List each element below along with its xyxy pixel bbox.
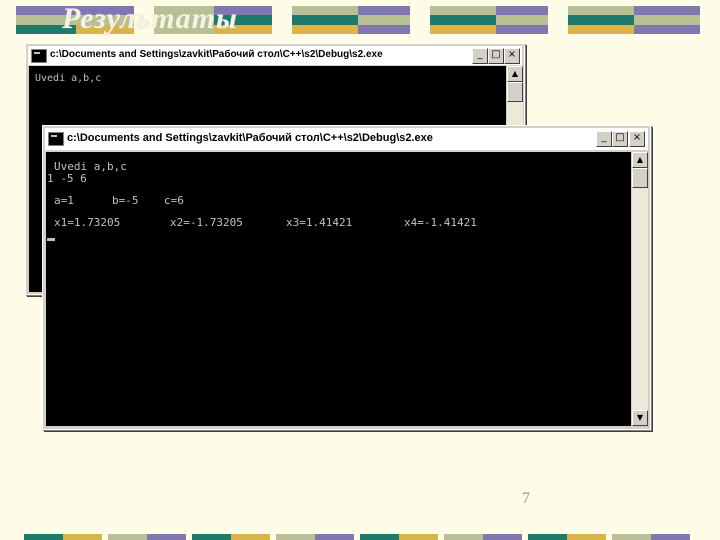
footer-bar	[444, 534, 522, 540]
console-line: Uvedi a,b,c	[35, 73, 102, 84]
root-x2: x2=-1.73205	[170, 216, 243, 229]
maximize-button[interactable]: □	[488, 48, 504, 64]
header-bar	[568, 6, 700, 34]
console-app-icon	[48, 132, 64, 146]
console-app-icon	[31, 49, 47, 63]
footer-bar	[612, 534, 690, 540]
close-button[interactable]: ×	[629, 131, 645, 147]
vertical-scrollbar[interactable]: ▲ ▼	[632, 152, 648, 426]
footer-bar	[276, 534, 354, 540]
footer-bar	[108, 534, 186, 540]
scroll-down-button[interactable]: ▼	[632, 410, 648, 426]
root-x4: x4=-1.41421	[404, 216, 477, 229]
scroll-up-button[interactable]: ▲	[507, 66, 523, 82]
coefficient-a: a=1	[54, 194, 74, 207]
scroll-thumb[interactable]	[632, 168, 648, 188]
root-x3: x3=1.41421	[286, 216, 353, 229]
console-window-front[interactable]: c:\Documents and Settings\zavkit\Рабочий…	[42, 125, 651, 430]
header-bar	[430, 6, 548, 34]
window-title: c:\Documents and Settings\zavkit\Рабочий…	[50, 49, 383, 60]
close-button[interactable]: ×	[504, 48, 520, 64]
maximize-button[interactable]: □	[612, 131, 628, 147]
coefficient-b: b=-5	[112, 194, 139, 207]
minimize-button[interactable]: _	[596, 131, 612, 147]
page-number: 7	[522, 490, 530, 507]
console-line-input: 1 -5 6	[47, 172, 87, 185]
console-output: Uvedi a,b,c 1 -5 6 a=1 b=-5 c=6 x1=1.732…	[46, 152, 631, 426]
footer-bar	[360, 534, 438, 540]
text-cursor	[47, 238, 55, 241]
window-titlebar[interactable]: c:\Documents and Settings\zavkit\Рабочий…	[45, 128, 648, 150]
footer-bar	[528, 534, 606, 540]
scroll-up-button[interactable]: ▲	[632, 152, 648, 168]
slide-title: Результаты	[62, 2, 238, 35]
footer-bar	[192, 534, 270, 540]
window-title: c:\Documents and Settings\zavkit\Рабочий…	[67, 132, 433, 144]
coefficient-c: c=6	[164, 194, 184, 207]
minimize-button[interactable]: _	[472, 48, 488, 64]
window-titlebar[interactable]: c:\Documents and Settings\zavkit\Рабочий…	[28, 46, 522, 65]
root-x1: x1=1.73205	[54, 216, 121, 229]
header-bar	[292, 6, 410, 34]
footer-bar	[24, 534, 102, 540]
scroll-thumb[interactable]	[507, 82, 523, 102]
